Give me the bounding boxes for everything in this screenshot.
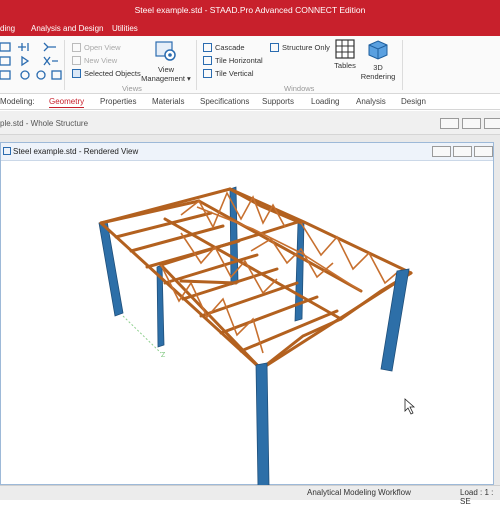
- tile-vertical-button[interactable]: Tile Vertical: [203, 67, 254, 79]
- cascade-label: Cascade: [215, 42, 245, 52]
- windows-group-label: Windows: [284, 84, 315, 93]
- cascade-icon: [203, 42, 212, 52]
- workflow-bar: Modeling: Geometry Properties Materials …: [0, 94, 500, 110]
- ribbon-separator: [402, 40, 403, 90]
- status-bar: Analytical Modeling Workflow Load : 1 : …: [0, 485, 500, 506]
- structure-3d-view[interactable]: Z: [1, 161, 493, 485]
- mouse-cursor-icon: [404, 398, 416, 415]
- tab-design[interactable]: Design: [401, 97, 426, 106]
- open-view-label: Open View: [84, 42, 121, 52]
- minimize-button[interactable]: [432, 146, 451, 157]
- menu-item-modeling[interactable]: ding: [0, 24, 15, 33]
- rendered-view-window: Steel example.std - Rendered View Z: [0, 142, 494, 485]
- tab-supports[interactable]: Supports: [262, 97, 294, 106]
- title-bar: Steel example.std - STAAD.Pro Advanced C…: [0, 0, 500, 20]
- tab-specifications[interactable]: Specifications: [200, 97, 249, 106]
- view-management-button[interactable]: View Management ▾: [140, 39, 192, 83]
- tables-label: Tables: [334, 61, 356, 70]
- status-load: Load : 1 : SE: [460, 488, 494, 506]
- work-area: ple.std - Whole Structure Steel example.…: [0, 111, 500, 485]
- selected-objects-icon: [72, 68, 81, 78]
- menu-item-analysis-design[interactable]: Analysis and Design: [31, 24, 103, 33]
- columns: [255, 268, 410, 485]
- tables-button[interactable]: Tables: [333, 39, 357, 70]
- new-view-button[interactable]: New View: [72, 54, 117, 66]
- tile-horizontal-button[interactable]: Tile Horizontal: [203, 54, 263, 66]
- view-management-label: View Management ▾: [141, 65, 191, 83]
- tile-horizontal-label: Tile Horizontal: [215, 55, 263, 65]
- tab-loading[interactable]: Loading: [311, 97, 339, 106]
- menu-item-utilities[interactable]: Utilities: [112, 24, 138, 33]
- open-view-button[interactable]: Open View: [72, 41, 121, 53]
- cascade-button[interactable]: Cascade: [203, 41, 245, 53]
- tab-geometry[interactable]: Geometry: [49, 97, 85, 108]
- rendered-view-title: Steel example.std - Rendered View: [13, 147, 139, 156]
- z-axis-label: Z: [161, 352, 166, 359]
- ribbon-separator: [64, 40, 65, 90]
- whole-structure-window-title: ple.std - Whole Structure: [0, 119, 89, 128]
- selected-objects-label: Selected Objects: [84, 68, 141, 78]
- rendering-3d-button[interactable]: 3D Rendering: [360, 39, 396, 81]
- tab-materials[interactable]: Materials: [152, 97, 184, 106]
- window-title: Steel example.std - STAAD.Pro Advanced C…: [134, 5, 366, 15]
- tab-analysis[interactable]: Analysis: [356, 97, 386, 106]
- structure-only-icon: [270, 42, 279, 52]
- close-button[interactable]: [484, 118, 500, 129]
- ribbon: Open View New View Selected Objects View…: [0, 36, 500, 94]
- whole-structure-window-header: ple.std - Whole Structure: [0, 111, 500, 135]
- tab-properties[interactable]: Properties: [100, 97, 136, 106]
- minimize-button[interactable]: [440, 118, 459, 129]
- rendered-view-header: Steel example.std - Rendered View: [1, 143, 493, 161]
- new-view-icon: [72, 55, 81, 65]
- structure-only-button[interactable]: Structure Only: [270, 41, 330, 53]
- ribbon-separator: [196, 40, 197, 90]
- cube-icon: [368, 40, 388, 60]
- view-rotate-icons[interactable]: [0, 40, 64, 86]
- table-icon: [335, 39, 355, 59]
- status-workflow: Analytical Modeling Workflow: [307, 488, 411, 497]
- open-view-icon: [72, 42, 81, 52]
- close-button[interactable]: [474, 146, 493, 157]
- tile-vertical-label: Tile Vertical: [215, 68, 254, 78]
- view-window-icon: [3, 147, 11, 155]
- selected-objects-button[interactable]: Selected Objects: [72, 67, 141, 79]
- structure-only-label: Structure Only: [282, 42, 330, 52]
- view-management-icon: [155, 41, 176, 61]
- workflow-label: Modeling:: [0, 97, 35, 106]
- restore-button[interactable]: [462, 118, 481, 129]
- rendering-3d-label: 3D Rendering: [360, 63, 396, 81]
- menu-bar: ding Analysis and Design Utilities: [0, 20, 500, 36]
- new-view-label: New View: [84, 55, 118, 65]
- restore-button[interactable]: [453, 146, 472, 157]
- views-group-label: Views: [122, 84, 142, 93]
- tile-horizontal-icon: [203, 55, 212, 65]
- tile-vertical-icon: [203, 68, 212, 78]
